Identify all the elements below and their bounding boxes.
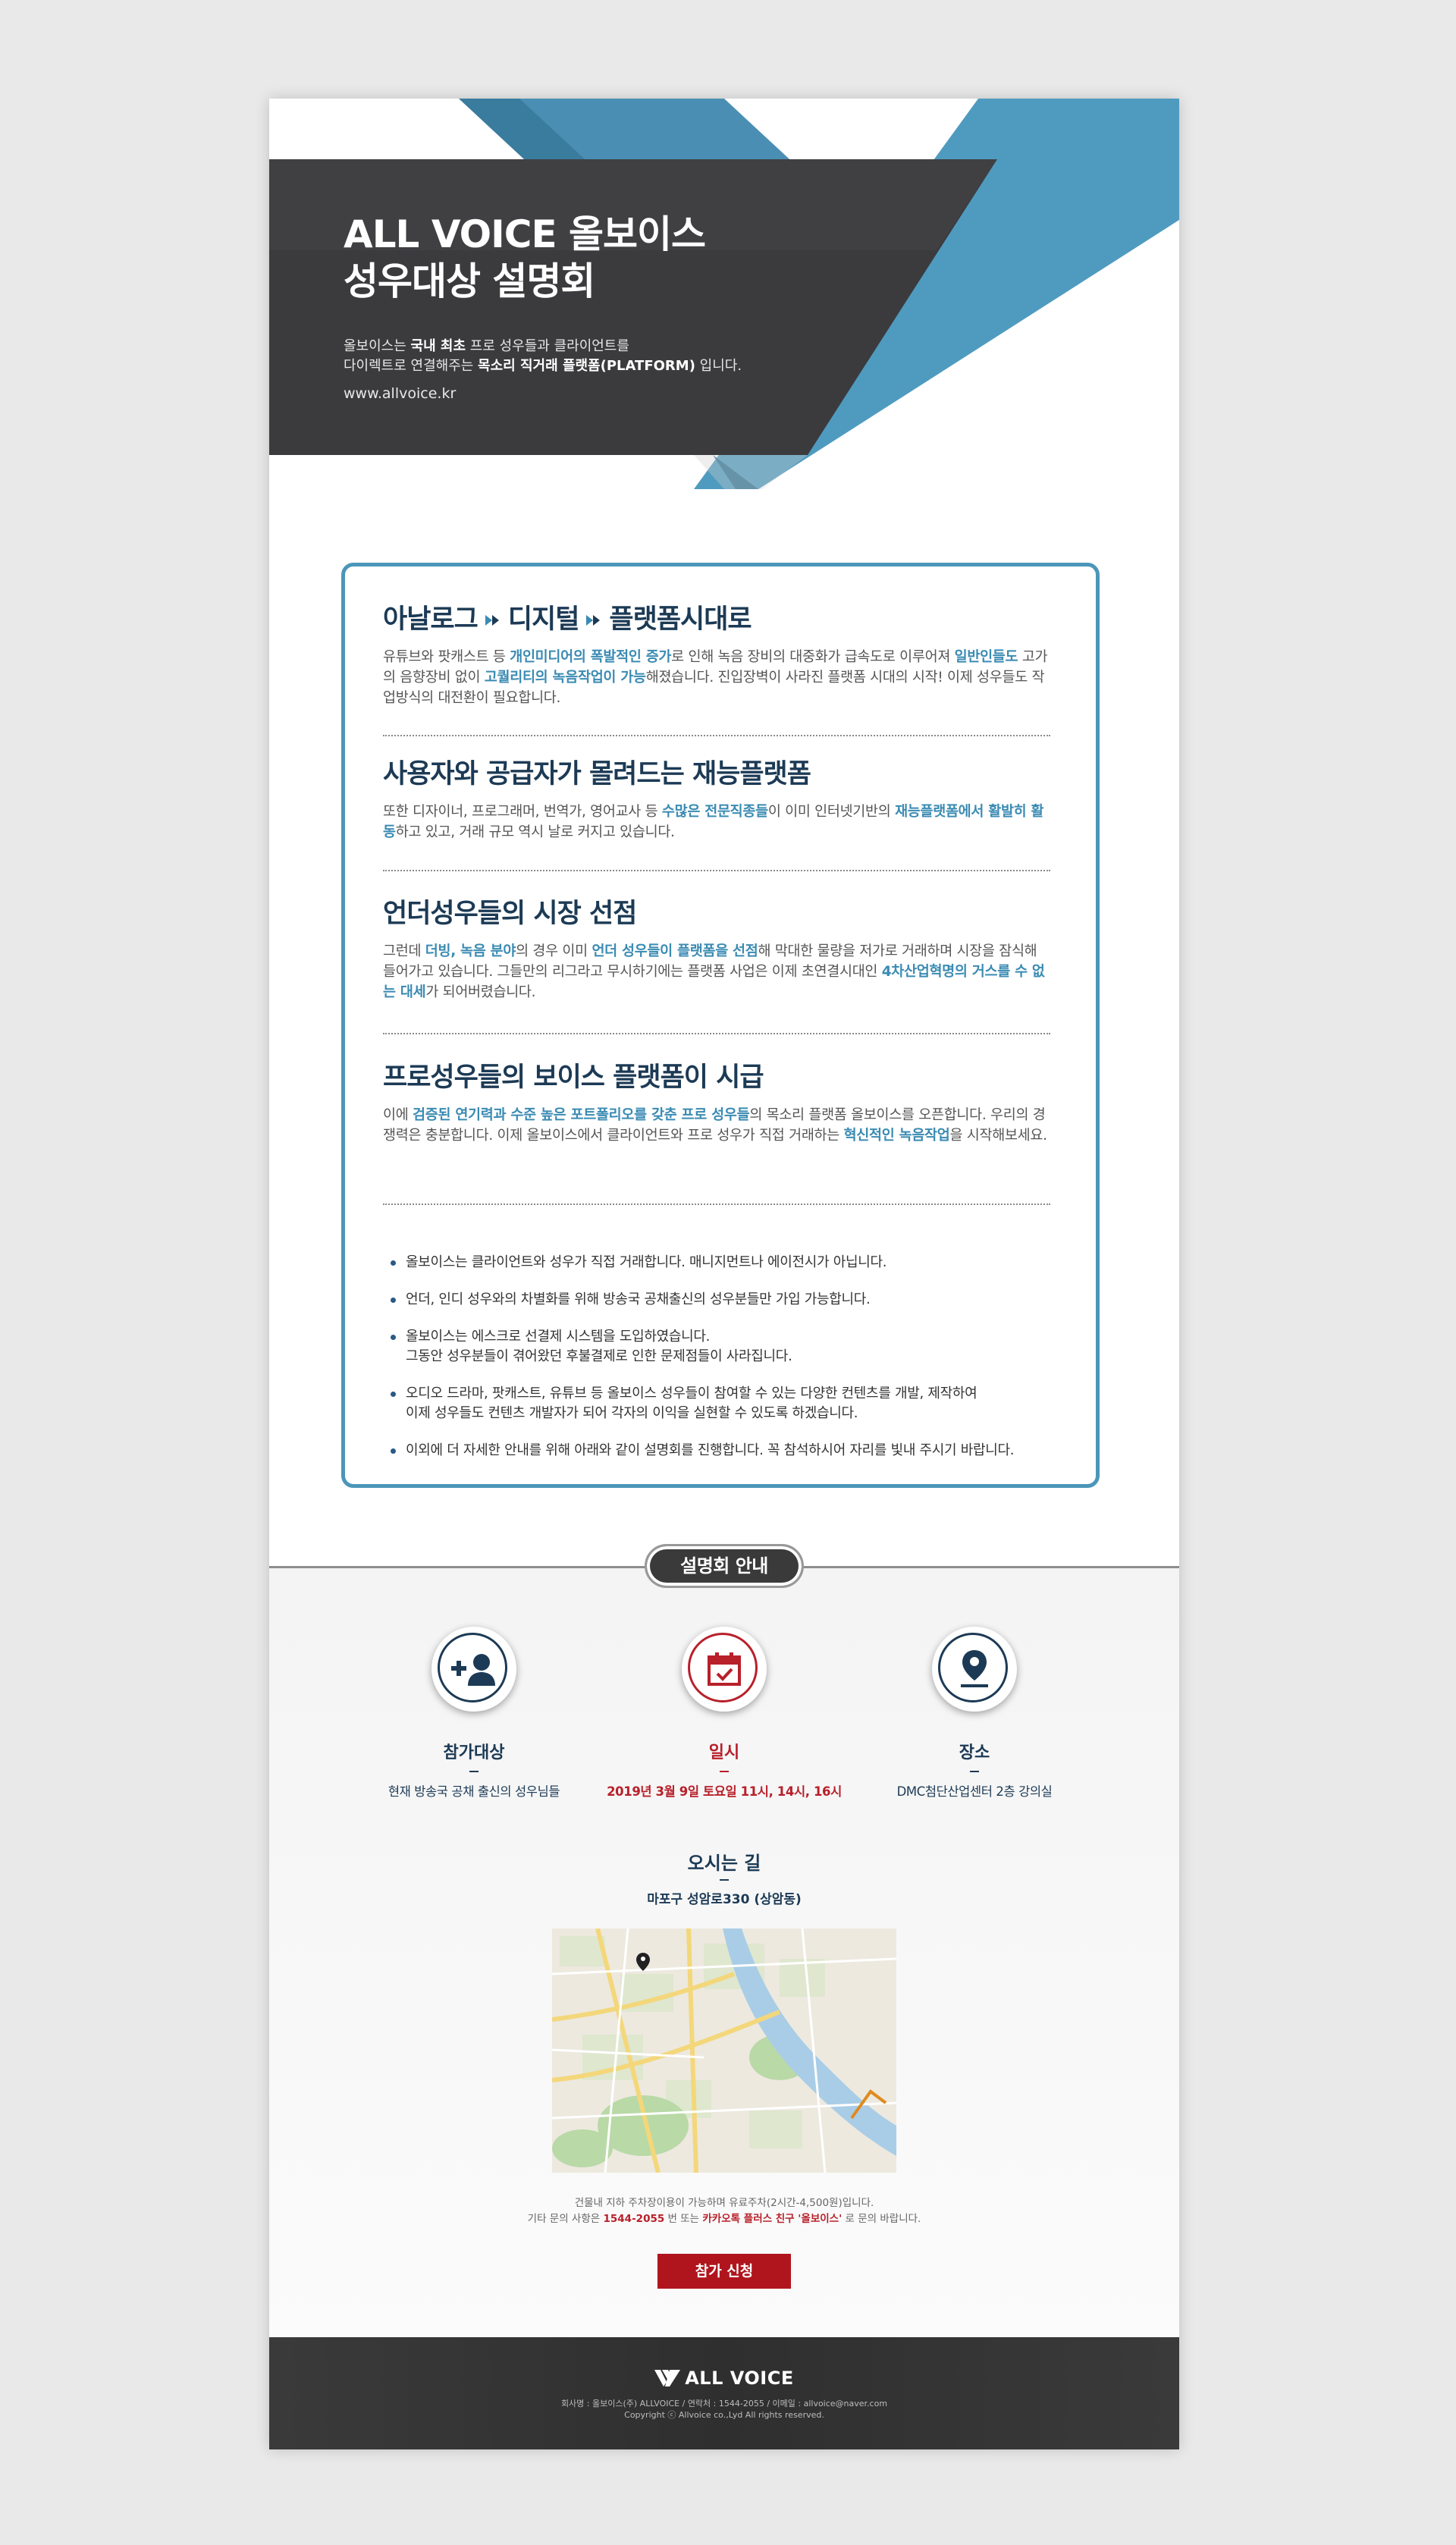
hero-highlight: 목소리 직거래 플랫폼(PLATFORM)	[478, 358, 695, 374]
hero-title: ALL VOICE 올보이스 성우대상 설명회	[344, 211, 706, 305]
section-title: 언더성우들의 시장 선점	[383, 899, 637, 929]
footer-company-info: 회사명 : 올보이스(주) ALLVOICE / 연락처 : 1544-2055…	[560, 2399, 888, 2420]
info-text: DMC첨단산업센터 2층 강의실	[896, 1784, 1053, 1799]
list-item: 언더, 인디 성우와의 차별화를 위해 방송국 공채출신의 성우분들만 가입 가…	[389, 1290, 1056, 1310]
hero-highlight: 국내 최초	[410, 338, 466, 354]
section-paragraph: 그런데 더빙, 녹음 분야의 경우 이미 언더 성우들이 플랫폼을 선점해 막대…	[383, 943, 1045, 1000]
info-label: 일시	[708, 1743, 740, 1762]
info-participants: 참가대상 현재 방송국 공채 출신의 성우님들	[349, 1627, 599, 1800]
double-arrow-icon	[485, 615, 499, 626]
add-user-icon	[431, 1627, 516, 1712]
location-map[interactable]	[552, 1928, 896, 2173]
section-paragraph: 또한 디자이너, 프로그래머, 번역가, 영어교사 등 수많은 전문직종들이 이…	[383, 804, 1044, 840]
list-item: 이외에 더 자세한 안내를 위해 아래와 같이 설명회를 진행합니다. 꼭 참석…	[389, 1441, 1056, 1461]
section-talent-platform: 사용자와 공급자가 몰려드는 재능플랫폼 또한 디자이너, 프로그래머, 번역가…	[383, 758, 1050, 843]
location-pin-icon	[932, 1627, 1017, 1712]
info-label: 장소	[959, 1743, 990, 1762]
intro-content-box: 아날로그 디지털 플랫폼시대로 유튜브와 팟캐스트 등 개인미디어의 폭발적인 증가…	[341, 563, 1100, 1488]
phone-number: 1544-2055	[603, 2213, 665, 2225]
info-datetime: 일시 2019년 3월 9일 토요일 11시, 14시, 16시	[599, 1627, 849, 1800]
apply-button[interactable]: 참가 신청	[657, 2254, 791, 2289]
calendar-check-icon	[682, 1627, 767, 1712]
list-item: 오디오 드라마, 팟캐스트, 유튜브 등 올보이스 성우들이 참여할 수 있는 …	[389, 1384, 1056, 1423]
route-title: 오시는 길	[687, 1853, 761, 1874]
info-text: 현재 방송국 공채 출신의 성우님들	[388, 1784, 560, 1799]
briefing-guide-section: 설명회 안내 참가대상 현재 방송국 공채 출신의 성우님들 일시 2019년 …	[269, 1544, 1179, 2351]
guide-title-badge: 설명회 안내	[645, 1544, 804, 1588]
double-arrow-icon	[586, 615, 601, 626]
info-text: 2019년 3월 9일 토요일 11시, 14시, 16시	[607, 1784, 842, 1799]
section-paragraph: 유튜브와 팟캐스트 등 개인미디어의 폭발적인 증가로 인해 녹음 장비의 대중…	[383, 649, 1048, 706]
section-title: 아날로그 디지털 플랫폼시대로	[383, 604, 752, 635]
dotted-divider	[383, 870, 1050, 871]
section-title: 사용자와 공급자가 몰려드는 재능플랫폼	[383, 759, 811, 789]
info-label: 참가대상	[443, 1743, 505, 1762]
section-paragraph: 이에 검증된 연기력과 수준 높은 포트폴리오를 갖춘 프로 성우들의 목소리 …	[383, 1107, 1047, 1144]
list-item: 올보이스는 에스크로 선결제 시스템을 도입하였습니다. 그동안 성우분들이 겪어…	[389, 1327, 1056, 1367]
hero-description: 올보이스는 국내 최초 프로 성우들과 클라이언트를 다이렉트로 연결해주는 목…	[344, 338, 742, 374]
dotted-divider	[383, 1033, 1050, 1034]
hero-title-line1: ALL VOICE 올보이스	[344, 212, 706, 256]
dotted-divider	[383, 735, 1050, 736]
section-pro-voice-platform: 프로성우들의 보이스 플랫폼이 시급 이에 검증된 연기력과 수준 높은 포트폴…	[383, 1061, 1050, 1146]
section-market-preemption: 언더성우들의 시장 선점 그런데 더빙, 녹음 분야의 경우 이미 언더 성우들…	[383, 897, 1050, 1003]
list-item: 올보이스는 클라이언트와 성우가 직접 거래합니다. 매니지먼트나 에이전시가 …	[389, 1253, 1056, 1272]
dotted-divider	[383, 1203, 1050, 1205]
hero-url-link[interactable]: www.allvoice.kr	[344, 385, 456, 402]
notice-list: 올보이스는 클라이언트와 성우가 직접 거래합니다. 매니지먼트나 에이전시가 …	[389, 1253, 1056, 1478]
section-title: 프로성우들의 보이스 플랫폼이 시급	[383, 1062, 764, 1093]
info-location: 장소 DMC첨단산업센터 2층 강의실	[849, 1627, 1100, 1800]
page: ALL VOICE 올보이스 성우대상 설명회 올보이스는 국내 최초 프로 성…	[269, 99, 1179, 2449]
kakao-id: 카카오톡 플러스 친구 '올보이스'	[702, 2213, 843, 2225]
hero-title-line2: 성우대상 설명회	[344, 259, 595, 303]
footer-logo: ALL VOICE	[269, 2368, 1179, 2389]
logo-mark-icon	[654, 2370, 681, 2387]
route-address: 마포구 성암로330 (상암동)	[647, 1892, 802, 1907]
section-analog-to-platform: 아날로그 디지털 플랫폼시대로 유튜브와 팟캐스트 등 개인미디어의 폭발적인 증가…	[383, 603, 1050, 708]
hero-banner: ALL VOICE 올보이스 성우대상 설명회 올보이스는 국내 최초 프로 성…	[269, 99, 1179, 508]
footer: ALL VOICE 회사명 : 올보이스(주) ALLVOICE / 연락처 :…	[269, 2337, 1179, 2449]
parking-note: 건물내 지하 주차장이용이 가능하며 유료주차(2시간-4,500원)입니다. …	[527, 2197, 921, 2225]
